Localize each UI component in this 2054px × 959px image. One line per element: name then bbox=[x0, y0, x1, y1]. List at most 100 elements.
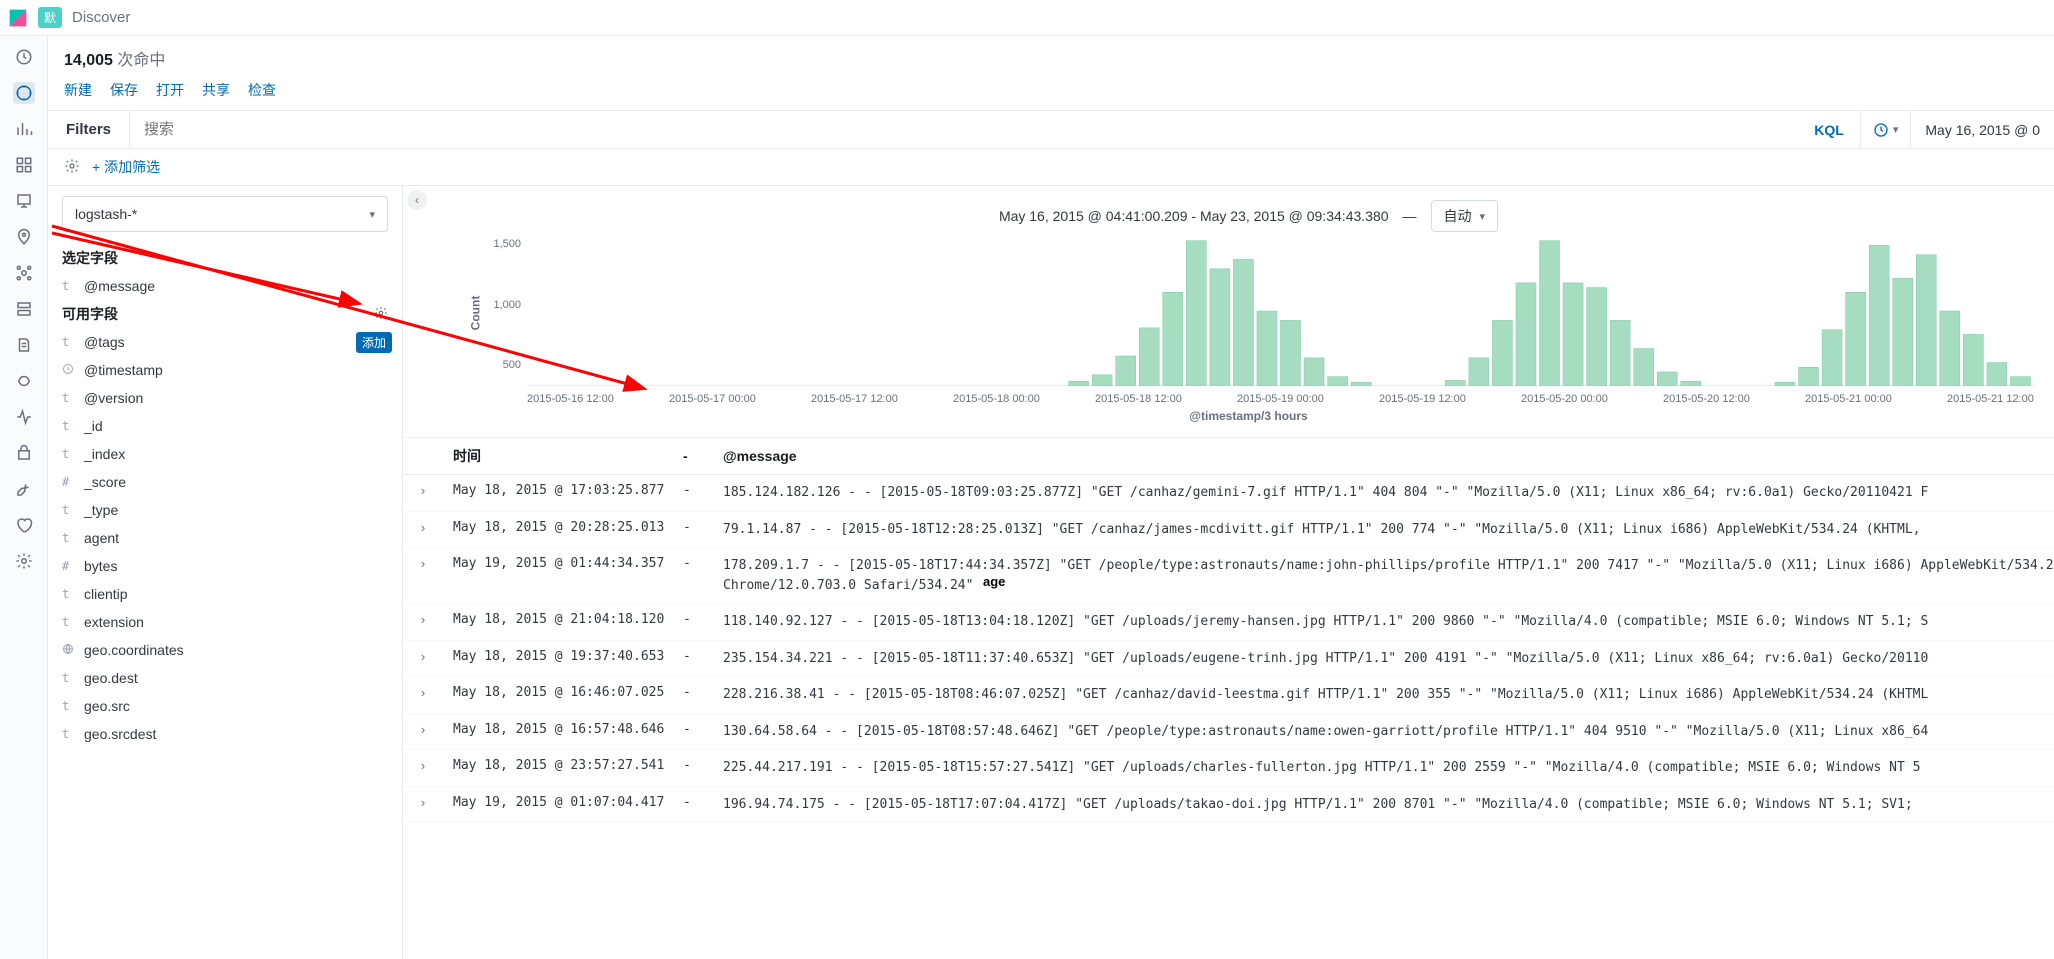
cell-message: 130.64.58.64 - - [2015-05-18T08:57:48.64… bbox=[713, 713, 2054, 750]
available-field[interactable]: tgeo.srcdest bbox=[48, 720, 402, 748]
cell-time: May 18, 2015 @ 21:04:18.120 bbox=[443, 604, 673, 641]
col-time[interactable]: 时间 bbox=[443, 438, 673, 475]
available-field[interactable]: t@tags添加 bbox=[48, 328, 402, 356]
cell-dash: - bbox=[673, 475, 713, 512]
time-range-display[interactable]: May 16, 2015 @ 0 bbox=[1911, 122, 2054, 138]
table-row: ›May 19, 2015 @ 01:07:04.417-196.94.74.1… bbox=[403, 786, 2054, 823]
chevron-down-icon: ▾ bbox=[369, 208, 375, 221]
new-button[interactable]: 新建 bbox=[64, 80, 92, 100]
uptime-icon[interactable] bbox=[13, 406, 35, 428]
available-field[interactable]: tagent bbox=[48, 524, 402, 552]
apm-icon[interactable] bbox=[13, 370, 35, 392]
x-axis-label: @timestamp/3 hours bbox=[463, 409, 2034, 423]
table-row: ›May 18, 2015 @ 16:46:07.025-228.216.38.… bbox=[403, 677, 2054, 714]
table-row: ›May 19, 2015 @ 01:44:34.357-178.209.1.7… bbox=[403, 548, 2054, 604]
cell-dash: - bbox=[673, 511, 713, 548]
search-input[interactable] bbox=[130, 111, 1798, 148]
col-message[interactable]: @message bbox=[713, 438, 2054, 475]
expand-row-button[interactable]: › bbox=[403, 511, 443, 548]
annotation-age-text: age bbox=[983, 574, 1005, 589]
siem-icon[interactable] bbox=[13, 442, 35, 464]
cell-dash: - bbox=[673, 750, 713, 787]
chart-range-label: May 16, 2015 @ 04:41:00.209 - May 23, 20… bbox=[999, 208, 1389, 224]
cell-dash: - bbox=[673, 604, 713, 641]
space-badge[interactable]: 默 bbox=[38, 7, 62, 28]
x-axis-ticks: 2015-05-16 12:002015-05-17 00:002015-05-… bbox=[463, 389, 2034, 405]
table-row: ›May 18, 2015 @ 20:28:25.013-79.1.14.87 … bbox=[403, 511, 2054, 548]
available-field[interactable]: tclientip bbox=[48, 580, 402, 608]
expand-row-button[interactable]: › bbox=[403, 713, 443, 750]
available-field[interactable]: t_type bbox=[48, 496, 402, 524]
table-row: ›May 18, 2015 @ 16:57:48.646-130.64.58.6… bbox=[403, 713, 2054, 750]
collapse-sidebar-button[interactable]: ‹ bbox=[407, 190, 427, 210]
maps-icon[interactable] bbox=[13, 226, 35, 248]
expand-row-button[interactable]: › bbox=[403, 475, 443, 512]
monitoring-icon[interactable] bbox=[13, 514, 35, 536]
canvas-icon[interactable] bbox=[13, 190, 35, 212]
available-field[interactable]: t@version bbox=[48, 384, 402, 412]
expand-row-button[interactable]: › bbox=[403, 677, 443, 714]
field-filter-settings-icon[interactable] bbox=[374, 306, 388, 323]
management-icon[interactable] bbox=[13, 550, 35, 572]
save-button[interactable]: 保存 bbox=[110, 80, 138, 100]
cell-message: 185.124.182.126 - - [2015-05-18T09:03:25… bbox=[713, 475, 2054, 512]
available-field[interactable]: #bytes bbox=[48, 552, 402, 580]
cell-message: 228.216.38.41 - - [2015-05-18T08:46:07.0… bbox=[713, 677, 2054, 714]
histogram-plot[interactable] bbox=[527, 236, 2034, 389]
dashboard-icon[interactable] bbox=[13, 154, 35, 176]
filter-bar: Filters KQL ▾ May 16, 2015 @ 0 bbox=[48, 110, 2054, 149]
devtools-icon[interactable] bbox=[13, 478, 35, 500]
chart-interval-select[interactable]: 自动 ▾ bbox=[1431, 200, 1499, 232]
available-fields-label: 可用字段 bbox=[48, 300, 402, 328]
expand-row-button[interactable]: › bbox=[403, 786, 443, 823]
infra-icon[interactable] bbox=[13, 298, 35, 320]
discover-icon[interactable] bbox=[13, 82, 35, 104]
hit-count: 14,005 bbox=[64, 52, 113, 69]
chart-area: May 16, 2015 @ 04:41:00.209 - May 23, 20… bbox=[403, 186, 2054, 427]
hit-label: 次命中 bbox=[117, 52, 165, 69]
available-field[interactable]: t_index bbox=[48, 440, 402, 468]
available-field[interactable]: t_id bbox=[48, 412, 402, 440]
expand-row-button[interactable]: › bbox=[403, 750, 443, 787]
filter-settings-icon[interactable] bbox=[64, 158, 80, 177]
kibana-logo-icon[interactable] bbox=[8, 8, 28, 28]
ml-icon[interactable] bbox=[13, 262, 35, 284]
open-button[interactable]: 打开 bbox=[156, 80, 184, 100]
cell-time: May 18, 2015 @ 16:46:07.025 bbox=[443, 677, 673, 714]
add-field-button[interactable]: 添加 bbox=[356, 332, 392, 353]
available-field[interactable]: tgeo.dest bbox=[48, 664, 402, 692]
left-nav bbox=[0, 36, 48, 959]
top-bar: 默 Discover bbox=[0, 0, 2054, 36]
cell-time: May 19, 2015 @ 01:44:34.357 bbox=[443, 548, 673, 604]
available-field[interactable]: textension bbox=[48, 608, 402, 636]
available-field[interactable]: @timestamp bbox=[48, 356, 402, 384]
share-button[interactable]: 共享 bbox=[202, 80, 230, 100]
available-field[interactable]: geo.coordinates bbox=[48, 636, 402, 664]
logs-icon[interactable] bbox=[13, 334, 35, 356]
action-menu: 新建 保存 打开 共享 检查 bbox=[48, 74, 2054, 110]
filters-label[interactable]: Filters bbox=[48, 111, 130, 148]
cell-message: 225.44.217.191 - - [2015-05-18T15:57:27.… bbox=[713, 750, 2054, 787]
time-picker[interactable]: ▾ May 16, 2015 @ 0 bbox=[1860, 111, 2054, 148]
add-filter-link[interactable]: + 添加筛选 bbox=[92, 157, 160, 177]
index-pattern-select[interactable]: logstash-* ▾ bbox=[62, 196, 388, 232]
kql-toggle[interactable]: KQL bbox=[1798, 122, 1860, 138]
cell-dash: - bbox=[673, 548, 713, 604]
col-expand bbox=[403, 438, 443, 475]
expand-row-button[interactable]: › bbox=[403, 640, 443, 677]
expand-row-button[interactable]: › bbox=[403, 604, 443, 641]
breadcrumb: Discover bbox=[72, 9, 130, 26]
available-field[interactable]: tgeo.src bbox=[48, 692, 402, 720]
cell-dash: - bbox=[673, 677, 713, 714]
expand-row-button[interactable]: › bbox=[403, 548, 443, 604]
recent-icon[interactable] bbox=[13, 46, 35, 68]
table-row: ›May 18, 2015 @ 19:37:40.653-235.154.34.… bbox=[403, 640, 2054, 677]
inspect-button[interactable]: 检查 bbox=[248, 80, 276, 100]
time-refresh-icon[interactable]: ▾ bbox=[1861, 111, 1912, 148]
available-field[interactable]: #_score bbox=[48, 468, 402, 496]
visualize-icon[interactable] bbox=[13, 118, 35, 140]
selected-field[interactable]: t@message bbox=[48, 272, 402, 300]
cell-dash: - bbox=[673, 713, 713, 750]
col-dash: - bbox=[673, 438, 713, 475]
cell-time: May 19, 2015 @ 01:07:04.417 bbox=[443, 786, 673, 823]
